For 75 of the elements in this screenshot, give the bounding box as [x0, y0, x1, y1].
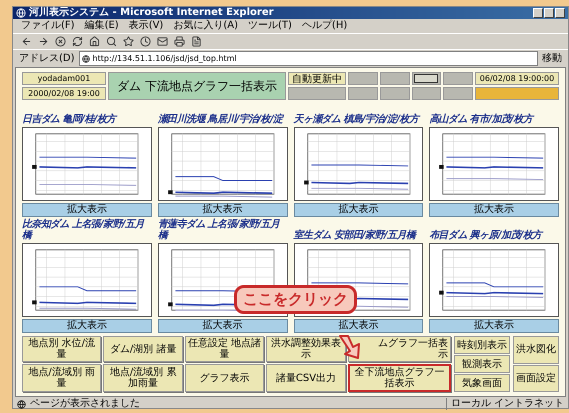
nav-button[interactable]: ダム/湖別 諸量 — [103, 336, 183, 362]
close-button[interactable] — [555, 8, 565, 18]
status-cell — [380, 72, 410, 85]
nav-button[interactable]: 洪水図化 — [513, 336, 559, 364]
status-cell — [443, 72, 473, 85]
zoom-button[interactable]: 拡大表示 — [22, 319, 152, 333]
window-title: 河川表示システム - Microsoft Internet Explorer — [29, 7, 274, 19]
minimize-button[interactable] — [533, 8, 543, 18]
chart-title: 日吉ダム 亀岡/桂/枚方 — [22, 112, 118, 125]
menu-item[interactable]: ツール(T) — [248, 20, 292, 32]
status-cell — [412, 72, 442, 85]
auto-update-label: 自動更新中 — [288, 72, 346, 85]
zone-label: ローカル イントラネット — [446, 398, 564, 410]
refresh-icon[interactable] — [72, 36, 83, 47]
menu-item[interactable]: お気に入り(A) — [173, 20, 238, 32]
menu-item[interactable]: ファイル(F) — [21, 20, 75, 32]
globe-icon — [16, 8, 26, 18]
zoom-button[interactable]: 拡大表示 — [22, 203, 152, 217]
nav-button[interactable]: 諸量CSV出力 — [266, 364, 346, 392]
status-message: ページが表示されました — [30, 398, 141, 410]
status-cell — [288, 87, 346, 100]
search-icon[interactable] — [106, 36, 117, 47]
nav-button[interactable]: 画面設定 — [513, 364, 559, 392]
date-time: 2000/02/08 19:00 — [22, 87, 106, 100]
nav-button[interactable]: 気象画面 — [454, 374, 510, 392]
zoom-button[interactable]: 拡大表示 — [294, 203, 424, 217]
status-cell — [380, 87, 410, 100]
nav-button[interactable]: 洪水調整効果表示 — [266, 336, 346, 362]
zoom-button[interactable]: 拡大表示 — [294, 319, 424, 333]
mail-icon[interactable] — [157, 36, 168, 47]
status-cell — [348, 87, 378, 100]
nav-button[interactable]: 全下流地点グラフ一括表示 — [348, 364, 451, 392]
go-button[interactable]: 移動 — [542, 52, 562, 64]
nav-button[interactable]: 地点別 水位/流量 — [22, 336, 102, 362]
menu-item[interactable]: 編集(E) — [84, 20, 119, 32]
printer-icon[interactable] — [174, 36, 185, 47]
chart-title: 瀬田川洗堰 鳥居川/宇治/枚/淀 — [158, 112, 285, 125]
star-icon[interactable] — [123, 36, 134, 47]
nav-button[interactable]: 時刻別表示 — [454, 336, 510, 354]
nav-button[interactable]: 地点/流域別 累加雨量 — [103, 364, 183, 392]
nav-button[interactable]: 観測表示 — [454, 355, 510, 373]
page-icon — [17, 400, 26, 408]
clock-icon[interactable] — [140, 36, 151, 47]
nav-button[interactable]: 任意設定 地点諸量 — [184, 336, 264, 362]
globe-icon — [82, 54, 90, 62]
user-id: yodadam001 — [22, 72, 106, 85]
callout-bubble: ここをクリック — [234, 285, 357, 314]
page-title: ダム 下流地点グラフ一括表示 — [108, 72, 286, 100]
clock-time: 06/02/08 19:00:00 — [475, 72, 559, 85]
menu-item[interactable]: ヘルプ(H) — [302, 20, 348, 32]
chart-title: 高山ダム 有市/加茂/枚方 — [429, 112, 536, 125]
back-arrow-icon[interactable] — [21, 36, 32, 47]
address-label: アドレス(D) — [19, 52, 75, 64]
zoom-button[interactable]: 拡大表示 — [158, 203, 288, 217]
menu-item[interactable]: 表示(V) — [128, 20, 164, 32]
status-cell — [348, 72, 378, 85]
chart-title: 青蓮寺ダム 上名張/家野/五月橋 — [158, 219, 281, 241]
zoom-button[interactable]: 拡大表示 — [158, 319, 288, 333]
document-icon[interactable] — [191, 36, 202, 47]
zoom-button[interactable]: 拡大表示 — [429, 203, 559, 217]
chart-title: 比奈知ダム 上名張/家野/五月橋 — [22, 219, 146, 241]
chart-title: 室生ダム 安部田/家野/五月橋 — [294, 228, 418, 241]
stop-icon[interactable] — [55, 36, 66, 47]
nav-button[interactable]: グラフ表示 — [184, 364, 264, 392]
nav-button[interactable]: 地点/流域別 雨量 — [22, 364, 102, 392]
address-field[interactable]: http://134.51.1.106/jsd/jsd_top.html — [78, 51, 538, 66]
home-icon[interactable] — [89, 36, 100, 47]
maximize-button[interactable] — [544, 8, 554, 18]
nav-button[interactable]: ムグラフ一括表示 — [348, 336, 451, 362]
chart-title: 布目ダム 興ヶ原/加茂/枚方 — [429, 228, 544, 241]
chart-title: 天ヶ瀬ダム 槙島/宇治/淀/枚方 — [294, 112, 422, 125]
status-cell — [412, 87, 442, 100]
zoom-button[interactable]: 拡大表示 — [429, 319, 559, 333]
forward-arrow-icon[interactable] — [38, 36, 49, 47]
status-cell — [443, 87, 473, 100]
